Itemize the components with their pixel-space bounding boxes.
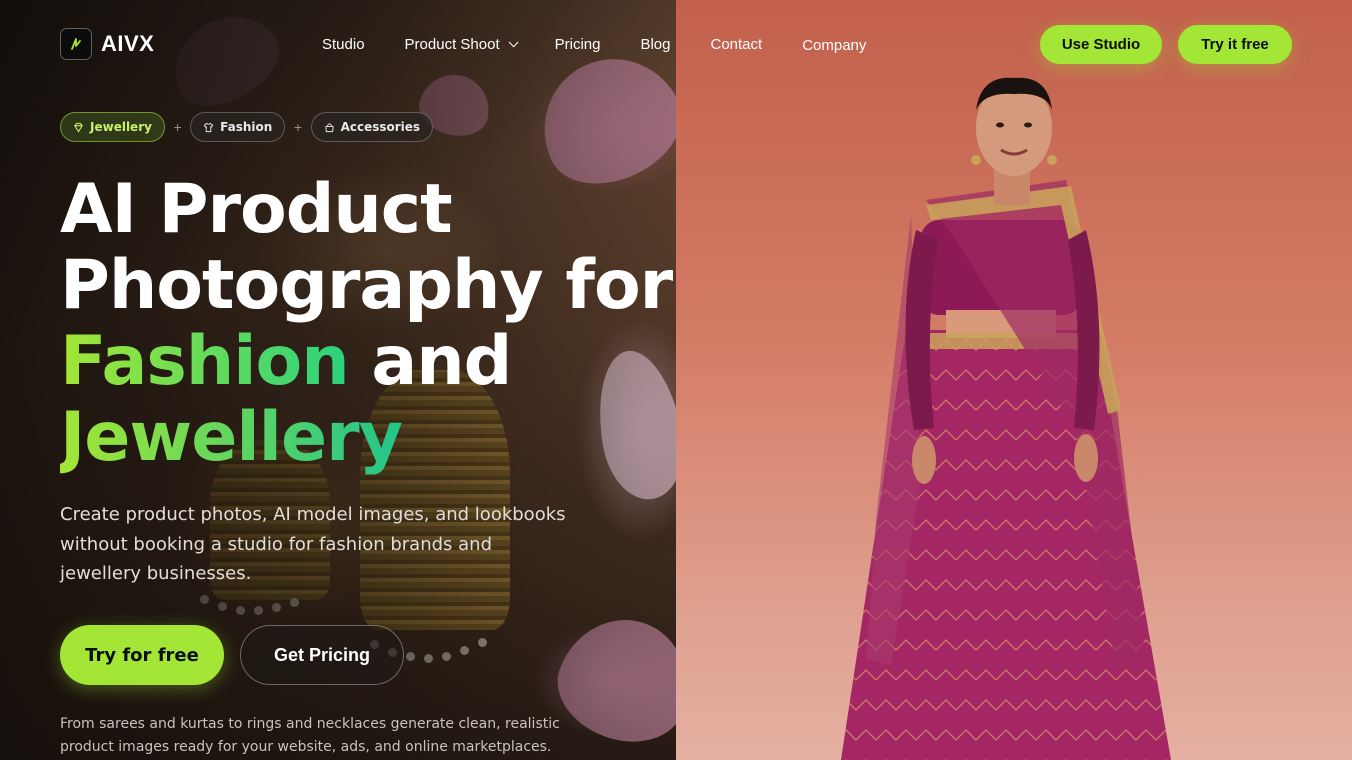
hero-headline: AI Product Photography for Fashion and J… [60,170,673,476]
headline-line-2: Photography for [60,246,673,325]
headline-line-3: Fashion and [60,324,672,400]
diamond-icon [74,122,83,133]
try-it-free-button[interactable]: Try it free [1178,25,1292,64]
chip-fashion[interactable]: Fashion [190,112,286,142]
chip-label: Fashion [220,120,273,134]
plus-icon: + [293,120,303,134]
headline-highlight-fashion: Fashion [60,322,350,401]
hero-subtitle: Create product photos, AI model images, … [60,504,566,584]
nav-link-contact[interactable]: Contact [711,36,763,53]
chip-accessories[interactable]: Accessories [310,112,434,142]
model-photo [676,0,1352,760]
brand-name: AIVX [101,31,155,56]
chevron-down-icon [508,37,519,48]
chip-jewellery[interactable]: Jewellery [60,112,165,142]
nav-link-studio[interactable]: Studio [322,36,365,53]
chip-label: Jewellery [90,120,152,134]
nav-link-blog[interactable]: Blog [640,36,670,53]
get-pricing-button[interactable]: Get Pricing [240,625,404,685]
chip-label: Accessories [340,120,421,134]
headline-line-4: Jewellery [60,400,672,476]
nav-link-pricing[interactable]: Pricing [555,36,601,53]
use-studio-button[interactable]: Use Studio [1040,25,1162,64]
hero-footnote: From sarees and kurtas to rings and neck… [60,716,560,755]
headline-highlight-jewellery: Jewellery [60,398,403,477]
headline-line-1: AI Product [60,170,453,249]
nav-label-product-shoot: Product Shoot [404,36,500,53]
shirt-icon [203,122,214,132]
site-header: AIVX Studio Product Shoot Pricing Blog C… [0,0,1352,88]
headline-and: and [348,322,512,401]
nav-link-company[interactable]: Company [802,37,866,54]
brand-logo[interactable]: AIVX [60,28,154,60]
bag-icon [324,122,334,132]
category-chips: Jewellery + Fashion + Accessories [60,112,434,142]
try-for-free-button[interactable]: Try for free [60,625,224,685]
main-nav: Studio Product Shoot Pricing Blog Contac… [322,35,866,54]
nav-link-product-shoot[interactable]: Product Shoot [404,36,519,53]
plus-icon: + [172,120,183,134]
logo-icon [60,28,92,60]
